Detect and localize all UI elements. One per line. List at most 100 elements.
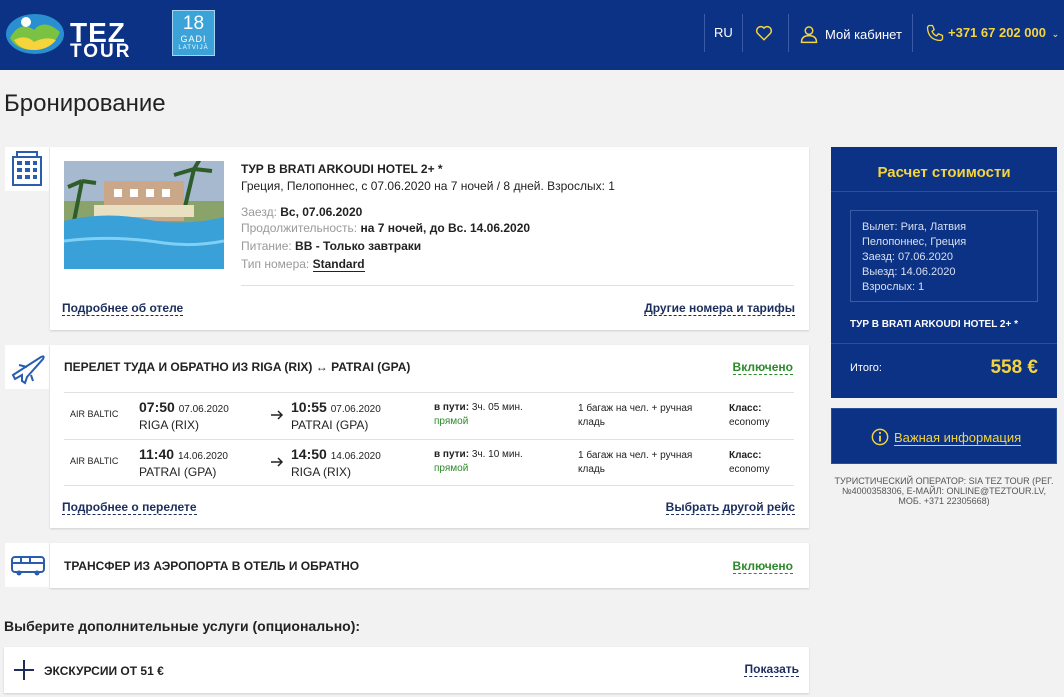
hotel-title: ТУР В BRATI ARKOUDI HOTEL 2+ * xyxy=(241,162,443,176)
phone-icon[interactable] xyxy=(925,23,945,43)
flight-class: Класс: economy xyxy=(729,402,770,430)
excursions-title: ЭКСКУРСИИ ОТ 51 € xyxy=(44,664,164,678)
header-divider xyxy=(788,14,789,52)
chevron-down-icon: ⌄ xyxy=(1051,29,1060,39)
hotel-subtitle: Греция, Пелопоннес, с 07.06.2020 на 7 но… xyxy=(241,179,615,193)
heart-icon[interactable] xyxy=(755,24,773,42)
checkin-value: Вс, 07.06.2020 xyxy=(280,205,363,219)
hotel-card: ТУР В BRATI ARKOUDI HOTEL 2+ * Греция, П… xyxy=(50,147,809,330)
summary-departure: Вылет: Рига, Латвия xyxy=(862,221,967,233)
arrival-airport: RIGA (RIX) xyxy=(291,465,352,479)
arrival-time: 10:55 07.06.2020 xyxy=(291,399,381,415)
language-switch[interactable]: RU xyxy=(714,25,733,40)
meal-row: Питание: BB - Только завтраки xyxy=(241,239,421,253)
brand-bottom-text: TOUR xyxy=(70,41,132,62)
trip-summary-box: Вылет: Рига, Латвия Пелопоннес, Греция З… xyxy=(850,210,1038,302)
baggage-info: 1 багаж на чел. + ручная кладь xyxy=(578,403,693,428)
flight-title: ПЕРЕЛЕТ ТУДА И ОБРАТНО ИЗ RIGA (RIX) ↔ P… xyxy=(64,360,411,374)
important-info-button[interactable]: Важная информация xyxy=(831,408,1057,464)
flight-included-link[interactable]: Включено xyxy=(732,360,793,375)
duration-value: 3ч. 10 мин. xyxy=(471,449,523,460)
brand-name: TEZ TOUR xyxy=(70,19,132,62)
transfer-icon-box xyxy=(5,543,49,587)
class-value: economy xyxy=(729,464,770,475)
flight-details-link[interactable]: Подробнее о перелете xyxy=(62,500,197,515)
flight-row: AIR BALTIC 11:40 14.06.2020 PATRAI (GPA)… xyxy=(64,439,794,486)
plus-icon[interactable] xyxy=(13,659,35,681)
hotel-photo[interactable] xyxy=(64,161,224,269)
divider xyxy=(241,285,794,286)
room-row: Тип номера: Standard xyxy=(241,257,365,272)
excursions-card[interactable]: ЭКСКУРСИИ ОТ 51 € Показать xyxy=(4,647,809,693)
page-title: Бронирование xyxy=(4,90,166,117)
duration-label: в пути: xyxy=(434,402,470,413)
calc-hotel-name: ТУР В BRATI ARKOUDI HOTEL 2+ * xyxy=(850,319,1018,330)
duration-label: в пути: xyxy=(434,449,470,460)
summary-destination: Пелопоннес, Греция xyxy=(862,236,967,248)
badge-number: 18 xyxy=(182,13,205,34)
arrow-right-icon xyxy=(271,410,284,420)
show-excursions-link[interactable]: Показать xyxy=(744,662,799,677)
hotel-building-icon xyxy=(12,151,42,186)
user-icon[interactable] xyxy=(799,24,819,44)
choose-other-flight-link[interactable]: Выбрать другой рейс xyxy=(665,500,795,515)
flight-class: Класс: economy xyxy=(729,449,770,477)
airline-name: AIR BALTIC xyxy=(70,456,119,466)
arr-date: 07.06.2020 xyxy=(330,404,381,415)
divider xyxy=(831,191,1057,192)
checkin-row: Заезд: Вс, 07.06.2020 xyxy=(241,205,362,219)
arr-time: 10:55 xyxy=(291,399,327,415)
phone-number-text: +371 67 202 000 xyxy=(948,25,1046,40)
header-divider xyxy=(912,14,913,52)
my-cabinet-link[interactable]: Мой кабинет xyxy=(825,27,902,42)
checkin-label: Заезд: xyxy=(241,205,277,219)
header-divider xyxy=(704,14,705,52)
badge-text: GADI xyxy=(180,34,207,44)
arrival-time: 14:50 14.06.2020 xyxy=(291,446,381,462)
meal-value: BB - Только завтраки xyxy=(295,239,422,253)
arrival-airport: PATRAI (GPA) xyxy=(291,418,369,432)
tez-tour-logo[interactable]: TEZ TOUR xyxy=(4,10,164,61)
transfer-title: ТРАНСФЕР ИЗ АЭРОПОРТА В ОТЕЛЬ И ОБРАТНО xyxy=(64,559,360,573)
meal-label: Питание: xyxy=(241,239,292,253)
class-value: economy xyxy=(729,417,770,428)
anniversary-badge: 18 GADI LATVIJĀ xyxy=(172,10,215,56)
baggage-info: 1 багаж на чел. + ручная кладь xyxy=(578,450,693,475)
departure-airport: RIGA (RIX) xyxy=(139,418,200,432)
important-info-text: Важная информация xyxy=(894,430,1022,446)
arr-date: 14.06.2020 xyxy=(330,451,381,462)
arr-time: 14:50 xyxy=(291,446,327,462)
transfer-card: ТРАНСФЕР ИЗ АЭРОПОРТА В ОТЕЛЬ И ОБРАТНО … xyxy=(50,543,809,588)
direct-flight-label: прямой xyxy=(434,416,469,427)
airplane-icon xyxy=(11,355,45,385)
operator-info: ТУРИСТИЧЕСКИЙ ОПЕРАТОР: SIA TEZ TOUR (РЕ… xyxy=(834,476,1054,506)
hotel-pool-image xyxy=(64,161,224,269)
departure-airport: PATRAI (GPA) xyxy=(139,465,217,479)
dep-time: 07:50 xyxy=(139,399,175,415)
dep-time: 11:40 xyxy=(139,446,175,462)
transfer-included-link[interactable]: Включено xyxy=(732,559,793,574)
flight-icon-box xyxy=(5,345,49,389)
departure-time: 11:40 14.06.2020 xyxy=(139,446,228,462)
flight-duration: в пути: 3ч. 10 мин. xyxy=(434,449,523,460)
flight-duration: в пути: 3ч. 05 мин. xyxy=(434,402,523,413)
flight-table: AIR BALTIC 07:50 07.06.2020 RIGA (RIX) 1… xyxy=(64,392,794,486)
hotel-details-link[interactable]: Подробнее об отеле xyxy=(62,301,184,316)
price-calculation-panel: Расчет стоимости Вылет: Рига, Латвия Пел… xyxy=(831,147,1057,398)
hotel-icon-box xyxy=(5,147,49,191)
other-rooms-link[interactable]: Другие номера и тарифы xyxy=(644,301,795,316)
room-type-select[interactable]: Standard xyxy=(312,257,365,272)
airline-name: AIR BALTIC xyxy=(70,409,119,419)
dep-date: 07.06.2020 xyxy=(178,404,229,415)
calc-title: Расчет стоимости xyxy=(877,164,1011,181)
info-icon xyxy=(871,428,889,446)
flight-row: AIR BALTIC 07:50 07.06.2020 RIGA (RIX) 1… xyxy=(64,392,794,439)
direct-flight-label: прямой xyxy=(434,463,469,474)
arrow-right-icon xyxy=(271,457,284,467)
class-label: Класс: xyxy=(729,403,762,414)
summary-checkout: Выезд: 14.06.2020 xyxy=(862,266,956,278)
optional-services-title: Выберите дополнительные услуги (опционал… xyxy=(4,618,361,634)
site-header: TEZ TOUR 18 GADI LATVIJĀ RU Мой кабинет … xyxy=(0,0,1064,70)
phone-number[interactable]: +371 67 202 000 ⌄ xyxy=(948,25,1059,40)
duration-label: Продолжительность: xyxy=(241,221,358,235)
